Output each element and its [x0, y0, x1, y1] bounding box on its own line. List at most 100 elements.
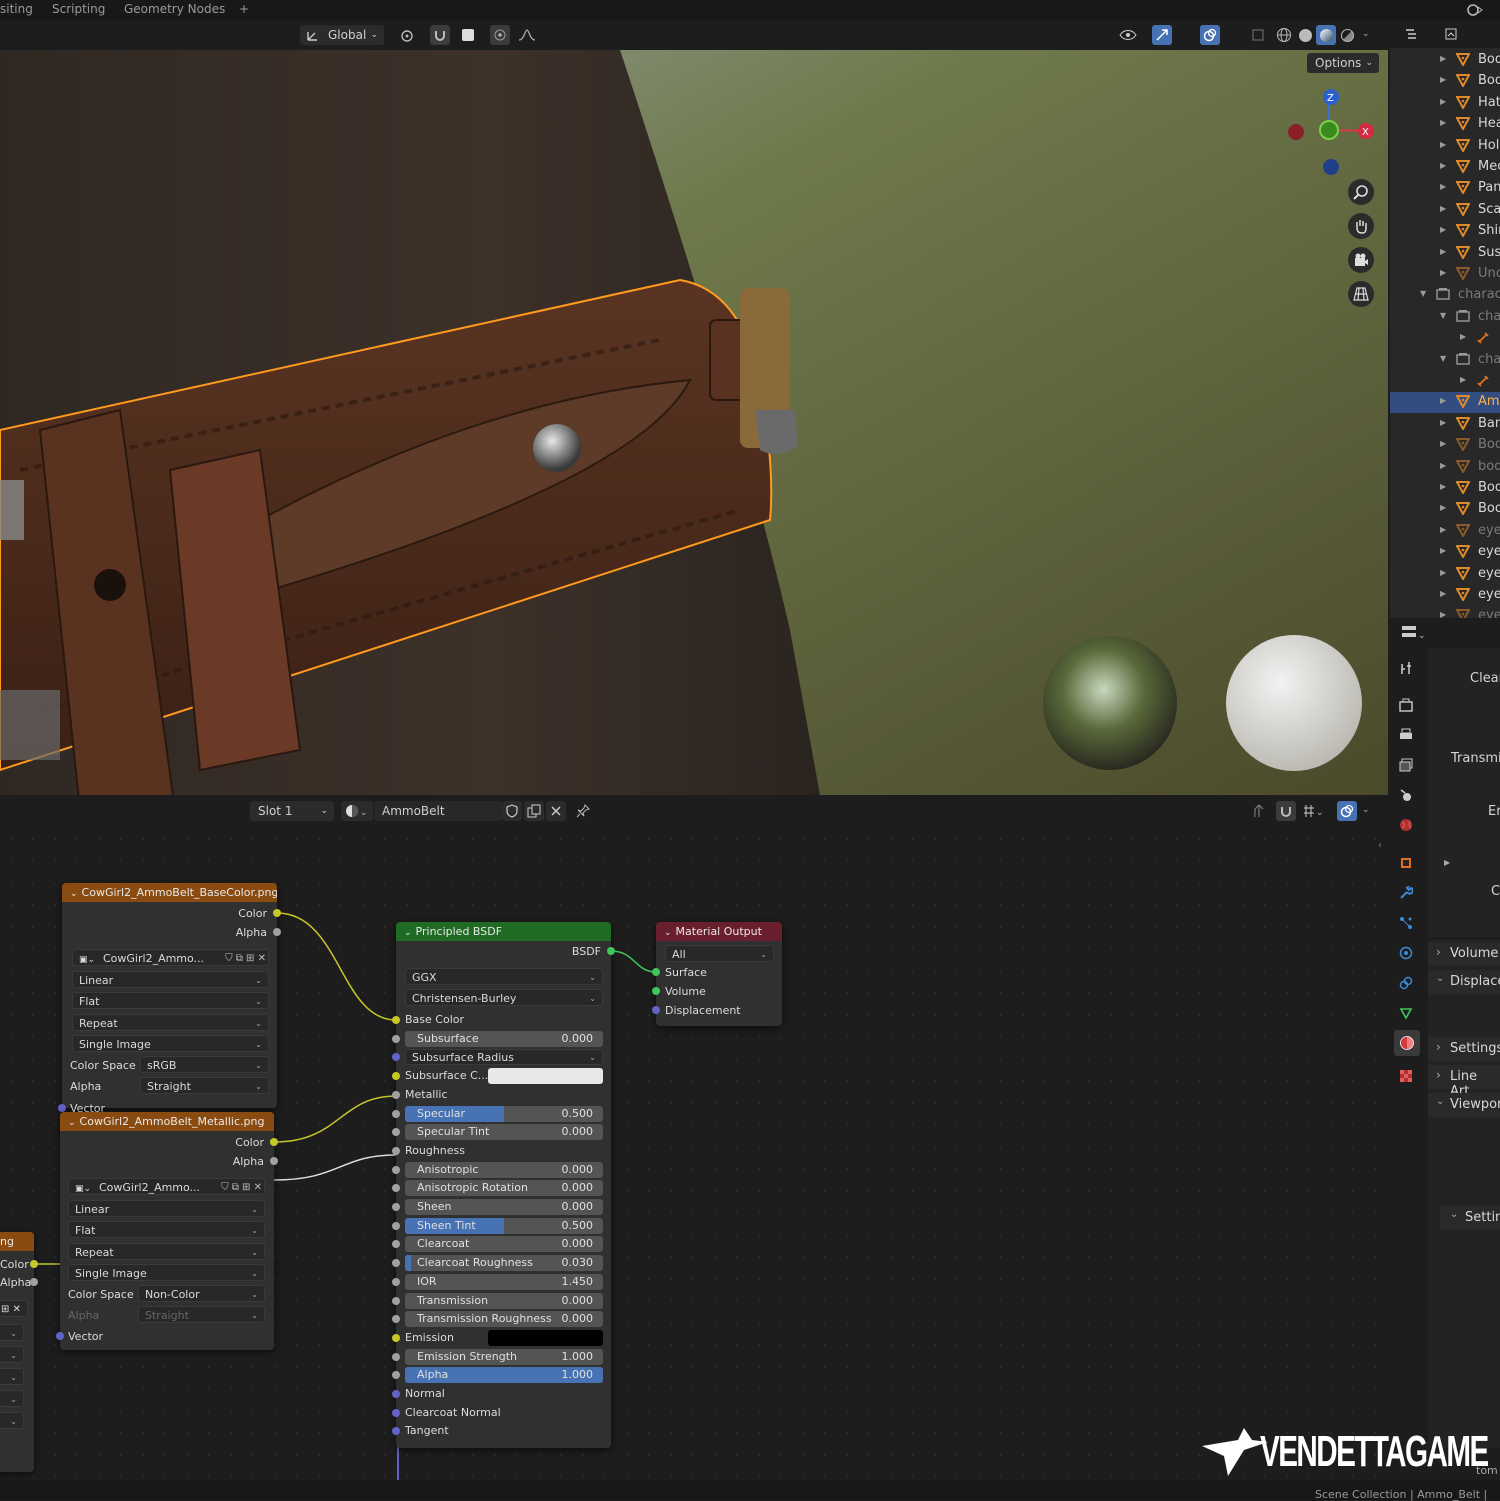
interpolation-dropdown[interactable]: Linear ⌄: [72, 971, 269, 988]
distribution-dropdown[interactable]: GGX ⌄: [405, 968, 603, 985]
material-preview-shading-icon[interactable]: [1316, 25, 1336, 45]
3d-viewport[interactable]: Options ⌄ Z X: [0, 50, 1388, 795]
input-socket[interactable]: [392, 1109, 400, 1118]
material-slot-dropdown[interactable]: Slot 1 ⌄: [250, 801, 334, 821]
outliner-item[interactable]: ▶ Hat: [1390, 93, 1500, 114]
input-socket[interactable]: [392, 1090, 400, 1099]
alpha-output-socket[interactable]: [273, 928, 281, 936]
subsurface-slider[interactable]: Subsurface 0.000: [405, 1030, 603, 1047]
expand-right-icon[interactable]: ▶: [1460, 332, 1466, 341]
expand-right-icon[interactable]: ▶: [1460, 375, 1466, 384]
falloff-curve-icon[interactable]: [512, 25, 542, 45]
outliner-item[interactable]: ▶ Amr: [1390, 392, 1500, 414]
input-socket[interactable]: [392, 1203, 400, 1211]
volume-input-socket[interactable]: [652, 987, 660, 995]
object-properties-icon[interactable]: [1396, 853, 1416, 873]
output-target-dropdown[interactable]: All ⌄: [665, 945, 774, 962]
sheen-tint-slider[interactable]: Sheen Tint 0.500: [405, 1217, 603, 1234]
ior-slider[interactable]: IOR 1.450: [405, 1273, 603, 1290]
display-mode-icon[interactable]: [1398, 24, 1428, 44]
image-texture-node-partial[interactable]: ng Color Alpha ⊞ ✕ ⌄ ⌄ ⌄ ⌄ ⌄: [0, 1232, 38, 1472]
interpolation-dropdown[interactable]: Linear ⌄: [68, 1200, 265, 1217]
overlay-chevron-down-icon[interactable]: ⌄: [1362, 805, 1370, 815]
expand-right-icon[interactable]: ▶: [1440, 503, 1446, 512]
zoom-icon[interactable]: [1348, 179, 1374, 205]
expand-right-icon[interactable]: ▶: [1440, 161, 1446, 170]
outliner-item[interactable]: ▶ bod: [1390, 457, 1500, 478]
sheen-slider[interactable]: Sheen 0.000: [405, 1199, 603, 1215]
color-output-socket[interactable]: [270, 1138, 278, 1146]
input-socket[interactable]: [392, 1277, 400, 1286]
source-dropdown[interactable]: ⌄: [0, 1390, 24, 1407]
subsurface-color-input-color-swatch[interactable]: [488, 1068, 603, 1085]
expand-right-icon[interactable]: ▶: [1440, 75, 1446, 84]
outliner-item[interactable]: ▶ Pan: [1390, 178, 1500, 199]
expand-right-icon[interactable]: ▶: [1440, 439, 1446, 448]
line-art-panel[interactable]: › Line Art: [1428, 1065, 1500, 1099]
expand-right-icon[interactable]: ▶: [1440, 396, 1446, 405]
clearcoat-roughness-slider[interactable]: Clearcoat Roughness 0.030: [405, 1255, 603, 1272]
projection-dropdown[interactable]: Flat ⌄: [68, 1221, 265, 1238]
input-socket[interactable]: [392, 1371, 400, 1380]
camera-view-icon[interactable]: [1348, 247, 1374, 273]
unlink-material-close-icon[interactable]: [546, 801, 566, 821]
perspective-grid-icon[interactable]: [1348, 281, 1374, 307]
image-texture-node-basecolor[interactable]: ⌄ CowGirl2_AmmoBelt_BaseColor.png Color A…: [58, 883, 281, 1115]
solid-shading-icon[interactable]: [1295, 25, 1315, 45]
expand-right-icon[interactable]: ▶: [1440, 204, 1446, 213]
extension-dropdown[interactable]: ⌄: [0, 1368, 24, 1385]
expand-right-icon[interactable]: ▶: [1440, 418, 1446, 427]
image-actions-icons[interactable]: ⊞ ✕: [0, 1300, 28, 1317]
specular-tint-slider[interactable]: Specular Tint 0.000: [405, 1124, 603, 1141]
modifier-wrench-icon[interactable]: [1396, 883, 1416, 903]
expand-arrow-icon[interactable]: ▶: [1444, 858, 1450, 867]
outliner-item[interactable]: ▶ Unc: [1390, 264, 1500, 285]
material-name-field[interactable]: AmmoBelt: [374, 801, 502, 821]
source-dropdown[interactable]: Single Image ⌄: [68, 1264, 265, 1281]
browse-material-icon[interactable]: ⌄: [341, 801, 373, 821]
pivot-point-icon[interactable]: [394, 25, 422, 45]
texture-properties-icon[interactable]: [1396, 1066, 1416, 1086]
input-socket[interactable]: [392, 1296, 400, 1305]
overlay-toggle-icon[interactable]: [1200, 25, 1220, 45]
expand-right-icon[interactable]: ▶: [1440, 482, 1446, 491]
input-socket[interactable]: [392, 1184, 400, 1193]
expand-right-icon[interactable]: ▶: [1440, 610, 1446, 618]
input-socket[interactable]: [392, 1053, 400, 1062]
vector-input-socket[interactable]: [58, 1104, 66, 1112]
outliner-item[interactable]: ▶ Bod: [1390, 435, 1500, 456]
physics-icon[interactable]: [1396, 943, 1416, 963]
outliner-item[interactable]: ▶ eye: [1390, 542, 1500, 563]
expand-right-icon[interactable]: ▶: [1440, 568, 1446, 577]
outliner-item[interactable]: ▶: [1390, 328, 1500, 349]
outliner-item[interactable]: ▼ cha: [1390, 350, 1500, 371]
scene-properties-icon[interactable]: [1396, 785, 1416, 805]
filter-icon[interactable]: [1438, 24, 1468, 44]
settings-panel[interactable]: › Settings: [1428, 1037, 1500, 1061]
expand-right-icon[interactable]: ▶: [1440, 118, 1446, 127]
outliner-item[interactable]: ▶ eye: [1390, 564, 1500, 585]
duplicate-material-icon[interactable]: [524, 801, 544, 821]
expand-right-icon[interactable]: ▶: [1440, 525, 1446, 534]
source-dropdown[interactable]: Single Image ⌄: [72, 1035, 269, 1052]
expand-right-icon[interactable]: ▶: [1440, 97, 1446, 106]
object-data-mesh-icon[interactable]: [1396, 1003, 1416, 1023]
vector-input-socket[interactable]: [56, 1332, 64, 1340]
shading-options-chevron-icon[interactable]: ⌄: [1362, 29, 1370, 39]
color-output-socket[interactable]: [30, 1260, 38, 1268]
principled-bsdf-node[interactable]: ⌄ Principled BSDF BSDF GGX ⌄ Christensen-B…: [392, 922, 615, 1448]
navigation-gizmo[interactable]: Z X: [1280, 80, 1380, 180]
displacement-input-socket[interactable]: [652, 1006, 660, 1014]
material-properties-icon[interactable]: [1394, 1030, 1420, 1056]
pin-icon[interactable]: [573, 801, 593, 821]
proportional-edit-icon[interactable]: [490, 25, 510, 45]
expand-right-icon[interactable]: ▶: [1440, 268, 1446, 277]
outliner-item[interactable]: ▶ Bod: [1390, 50, 1500, 71]
projection-dropdown[interactable]: Flat ⌄: [72, 992, 269, 1009]
volume-panel[interactable]: › Volume: [1428, 942, 1500, 966]
displacement-panel[interactable]: ⌄ Displace: [1428, 970, 1500, 994]
input-socket[interactable]: [392, 1165, 400, 1174]
input-socket[interactable]: [392, 1128, 400, 1137]
outliner-item[interactable]: ▶ Bod: [1390, 478, 1500, 499]
expand-right-icon[interactable]: ▶: [1440, 546, 1446, 555]
